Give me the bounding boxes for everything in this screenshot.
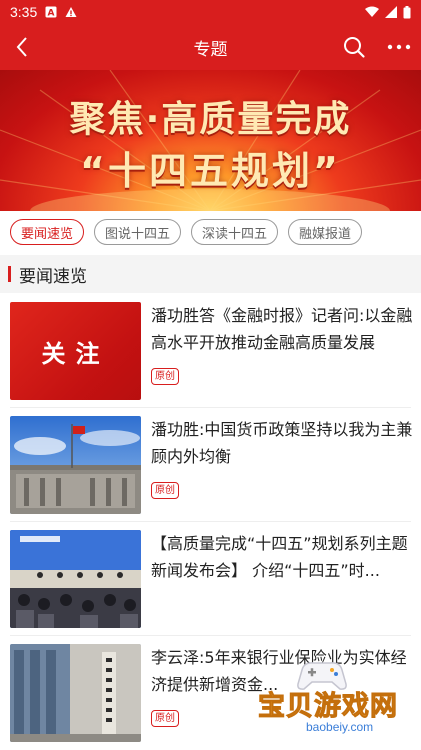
warning-icon — [65, 7, 77, 17]
original-tag: 原创 — [151, 710, 179, 727]
watermark-text: 宝贝游戏网 — [258, 691, 398, 723]
banner-line2: “十四五规划” — [80, 149, 341, 193]
signal-icon — [385, 6, 397, 18]
more-icon[interactable] — [386, 35, 412, 59]
news-thumbnail — [10, 644, 141, 742]
news-thumbnail — [10, 416, 141, 514]
svg-text:A: A — [48, 9, 55, 19]
watermark-url: baobeiy.com — [306, 720, 374, 734]
original-tag: 原创 — [151, 482, 179, 499]
news-thumbnail — [10, 530, 141, 628]
tab-deep-reading[interactable]: 深读十四五 — [191, 219, 279, 245]
nav-bar: 专题 — [0, 24, 421, 70]
banner[interactable]: 聚焦·高质量完成 “十四五规划” — [0, 70, 421, 211]
wifi-icon — [365, 6, 379, 17]
news-item[interactable]: 潘功胜:中国货币政策坚持以我为主兼顾内外均衡 原创 — [0, 408, 421, 522]
section-accent-bar — [8, 266, 11, 282]
battery-icon — [403, 5, 411, 18]
thumbnail-caption: 关注 — [41, 339, 110, 368]
section-title: 要闻速览 — [19, 266, 87, 287]
bank-building-image — [10, 416, 141, 514]
news-title: 【高质量完成“十四五”规划系列主题新闻发布会】 介绍“十四五”时... — [151, 534, 408, 580]
topic-tabs: 要闻速览 图说十四五 深读十四五 融媒报道 — [0, 211, 421, 253]
news-item[interactable]: 【高质量完成“十四五”规划系列主题新闻发布会】 介绍“十四五”时... — [0, 522, 421, 636]
status-bar: 3:35 A — [0, 0, 421, 24]
watermark: 宝贝游戏网 baobeiy.com — [246, 656, 416, 744]
notification-a-icon: A — [45, 6, 57, 18]
tab-illustrated[interactable]: 图说十四五 — [94, 219, 182, 245]
press-conference-image — [10, 530, 141, 628]
banner-line1: 聚焦·高质量完成 — [69, 99, 352, 140]
news-thumbnail: 关注 — [10, 302, 141, 400]
original-tag: 原创 — [151, 368, 179, 385]
regulator-building-image — [10, 644, 141, 742]
news-title: 潘功胜:中国货币政策坚持以我为主兼顾内外均衡 — [151, 420, 413, 466]
section-header: 要闻速览 — [0, 255, 421, 293]
tab-news-overview[interactable]: 要闻速览 — [10, 219, 85, 245]
news-title: 潘功胜答《金融时报》记者问:以金融高水平开放推动金融高质量发展 — [151, 306, 413, 352]
tab-media-reports[interactable]: 融媒报道 — [288, 219, 363, 245]
search-icon[interactable] — [342, 35, 366, 59]
news-item[interactable]: 关注 潘功胜答《金融时报》记者问:以金融高水平开放推动金融高质量发展 原创 — [0, 294, 421, 408]
status-time: 3:35 — [10, 4, 38, 20]
